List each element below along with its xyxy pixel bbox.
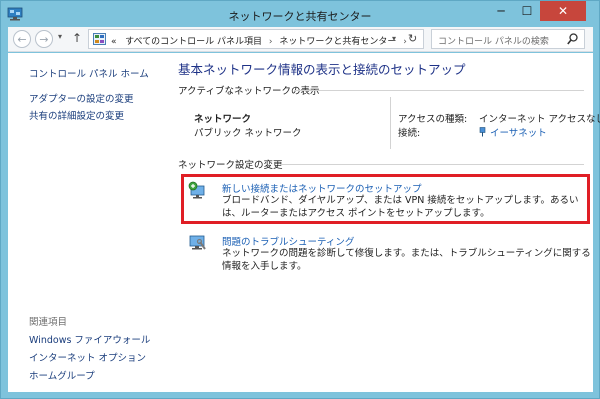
breadcrumb-network-center[interactable]: ネットワークと共有センター (279, 37, 396, 47)
maximize-button[interactable]: ☐ (514, 1, 540, 21)
access-type-value: インターネット アクセスなし (479, 114, 600, 125)
address-dropdown[interactable]: ▾ (392, 34, 396, 43)
control-panel-icon (93, 33, 106, 45)
ethernet-link-label[interactable]: イーサネット (490, 128, 547, 139)
breadcrumb: « すべてのコントロール パネル項目 › ネットワークと共有センター › (111, 34, 411, 47)
sidebar-item-control-panel-home[interactable]: コントロール パネル ホーム (29, 66, 149, 80)
network-divider (390, 97, 391, 149)
breadcrumb-separator[interactable]: › (269, 37, 273, 47)
task-setup-connection-desc: ブロードバンド、ダイヤルアップ、または VPN 接続をセットアップします。あるい… (222, 195, 579, 219)
sidebar-item-internet-options[interactable]: インターネット オプション (29, 350, 146, 364)
up-button[interactable]: ↑ (72, 31, 82, 45)
section-divider (280, 164, 584, 165)
refresh-button[interactable]: ↻ (408, 32, 417, 45)
breadcrumb-overflow[interactable]: « (111, 37, 117, 47)
back-button[interactable]: ← (13, 30, 31, 48)
main-panel: 基本ネットワーク情報の表示と接続のセットアップ アクティブなネットワークの表示 … (176, 53, 600, 392)
sidebar: コントロール パネル ホーム アダプターの設定の変更 共有の詳細設定の変更 関連… (8, 53, 168, 392)
task-troubleshoot[interactable]: 問題のトラブルシューティング ネットワークの問題を診断して修復します。または、ト… (188, 234, 591, 272)
section-divider (294, 90, 584, 91)
close-button[interactable]: ✕ (540, 1, 586, 21)
related-heading: 関連項目 (29, 317, 68, 328)
search-icon[interactable] (567, 33, 578, 45)
forward-button[interactable]: → (35, 30, 53, 48)
new-connection-icon (188, 181, 205, 199)
ethernet-icon (479, 127, 486, 137)
recent-pages-dropdown[interactable]: ▾ (58, 32, 62, 41)
access-type-label: アクセスの種類: (398, 114, 468, 125)
network-type-link[interactable]: パブリック ネットワーク (194, 125, 302, 139)
task-troubleshoot-desc: ネットワークの問題を診断して修復します。または、トラブルシューティングに関する情… (222, 248, 591, 272)
network-name: ネットワーク (194, 114, 252, 125)
troubleshoot-icon (189, 235, 206, 250)
sidebar-item-homegroup[interactable]: ホームグループ (29, 368, 95, 382)
sidebar-item-firewall[interactable]: Windows ファイアウォール (29, 332, 150, 346)
task-setup-connection-title[interactable]: 新しい接続またはネットワークのセットアップ (222, 181, 422, 195)
address-bar[interactable]: « すべてのコントロール パネル項目 › ネットワークと共有センター › ▾ ↻ (88, 29, 424, 49)
task-setup-connection[interactable]: 新しい接続またはネットワークのセットアップ ブロードバンド、ダイヤルアップ、また… (188, 181, 584, 219)
sidebar-item-advanced-sharing[interactable]: 共有の詳細設定の変更 (29, 108, 124, 122)
title-bar[interactable]: ネットワークと共有センター ─ ☐ ✕ (1, 1, 599, 27)
search-box[interactable]: コントロール パネルの検索 (431, 29, 585, 49)
navigation-bar: ← → ▾ ↑ « すべてのコントロール パネル項目 › ネットワークと共有セン… (8, 27, 593, 52)
breadcrumb-separator[interactable]: › (403, 37, 407, 47)
content-area: コントロール パネル ホーム アダプターの設定の変更 共有の詳細設定の変更 関連… (8, 53, 600, 392)
breadcrumb-all-items[interactable]: すべてのコントロール パネル項目 (125, 37, 262, 47)
change-settings-heading: ネットワーク設定の変更 (178, 160, 283, 171)
ethernet-connection-link[interactable]: イーサネット (479, 125, 547, 139)
connection-label: 接続: (398, 128, 421, 139)
sidebar-item-adapter-settings[interactable]: アダプターの設定の変更 (29, 91, 134, 105)
page-title: 基本ネットワーク情報の表示と接続のセットアップ (178, 62, 466, 77)
search-input[interactable]: コントロール パネルの検索 (438, 34, 549, 47)
task-troubleshoot-title[interactable]: 問題のトラブルシューティング (222, 234, 354, 248)
app-window: ネットワークと共有センター ─ ☐ ✕ ← → ▾ ↑ « すべてのコントロール… (0, 0, 600, 399)
minimize-button[interactable]: ─ (488, 1, 514, 21)
